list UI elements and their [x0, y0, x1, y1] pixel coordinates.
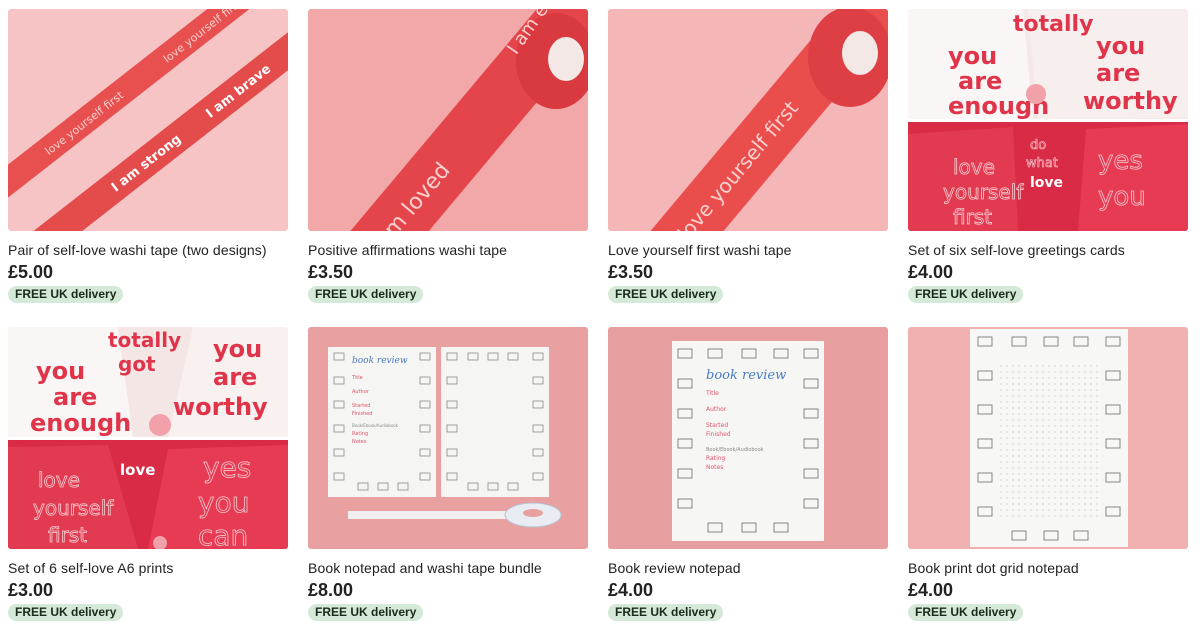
- notepad-text: Author: [352, 389, 370, 395]
- listing-card[interactable]: book review Title Author Started Finishe…: [608, 327, 888, 621]
- notepad-text: Notes: [706, 464, 723, 471]
- listing-card[interactable]: I am loved I am eno Positive affirmation…: [308, 9, 588, 303]
- card-text: totally: [108, 328, 181, 352]
- listing-image[interactable]: love yourself first love yourself first …: [8, 9, 288, 231]
- listing-title[interactable]: Pair of self-love washi tape (two design…: [8, 241, 288, 259]
- listing-price: £3.50: [608, 262, 654, 282]
- notepad-text: Rating: [352, 431, 368, 437]
- card-text: love: [953, 155, 995, 179]
- card-text: you: [1098, 182, 1146, 212]
- free-delivery-badge: FREE UK delivery: [308, 286, 424, 303]
- listing-title[interactable]: Book print dot grid notepad: [908, 559, 1188, 577]
- card-text: yes: [1098, 146, 1143, 176]
- card-text: are: [958, 67, 1002, 95]
- notepad-text: Title: [351, 375, 363, 381]
- listing-price: £4.00: [908, 262, 954, 282]
- notepad-text: Finished: [706, 431, 731, 438]
- listing-image[interactable]: I am loved I am eno: [308, 9, 588, 231]
- notepad-text: Finished: [352, 411, 372, 417]
- listing-price: £5.00: [8, 262, 54, 282]
- notepad-text: Book/Ebook/Audiobook: [706, 447, 764, 453]
- listing-title[interactable]: Love yourself first washi tape: [608, 241, 888, 259]
- listing-card[interactable]: you are enough totally got you are worth…: [8, 327, 288, 621]
- listing-price: £4.00: [908, 580, 954, 600]
- card-text: are: [213, 363, 257, 391]
- card-text: do: [1030, 138, 1046, 153]
- free-delivery-badge: FREE UK delivery: [608, 604, 724, 621]
- card-text: you: [213, 335, 262, 363]
- notepad-text: Started: [706, 422, 728, 429]
- listing-image[interactable]: book review Title Author Started Finishe…: [608, 327, 888, 549]
- card-text: love: [1030, 175, 1063, 191]
- free-delivery-badge: FREE UK delivery: [8, 604, 124, 621]
- card-text: first: [48, 523, 87, 547]
- listing-grid: love yourself first love yourself first …: [0, 0, 1200, 633]
- card-text: yourself: [33, 496, 114, 520]
- notepad-text: Author: [706, 406, 727, 413]
- listing-card[interactable]: you are enough totally you are worthy lo…: [908, 9, 1188, 303]
- listing-price: £3.00: [8, 580, 54, 600]
- listing-price: £8.00: [308, 580, 354, 600]
- listing-image[interactable]: [908, 327, 1188, 549]
- notepad-text: Book/Ebook/Audiobook: [352, 423, 399, 428]
- card-text: you: [948, 42, 997, 70]
- listing-card[interactable]: love yourself first love yourself first …: [8, 9, 288, 303]
- card-text: totally: [1013, 12, 1093, 37]
- notepad-text: Started: [352, 403, 370, 409]
- listing-title[interactable]: Positive affirmations washi tape: [308, 241, 588, 259]
- card-text: what: [1026, 156, 1058, 171]
- card-text: you: [1096, 32, 1145, 60]
- listing-title[interactable]: Set of 6 self-love A6 prints: [8, 559, 288, 577]
- free-delivery-badge: FREE UK delivery: [908, 286, 1024, 303]
- listing-price: £3.50: [308, 262, 354, 282]
- listing-image[interactable]: you are enough totally you are worthy lo…: [908, 9, 1188, 231]
- card-text: yourself: [943, 180, 1024, 204]
- notepad-text: book review: [706, 368, 786, 383]
- card-text: you: [36, 357, 85, 385]
- free-delivery-badge: FREE UK delivery: [8, 286, 124, 303]
- free-delivery-badge: FREE UK delivery: [908, 604, 1024, 621]
- listing-card[interactable]: Book print dot grid notepad £4.00 FREE U…: [908, 327, 1188, 621]
- card-text: love: [38, 468, 80, 492]
- notepad-text: book review: [352, 356, 408, 366]
- free-delivery-badge: FREE UK delivery: [608, 286, 724, 303]
- listing-image[interactable]: you are enough totally got you are worth…: [8, 327, 288, 549]
- listing-image[interactable]: book review Title Author Started Finishe…: [308, 327, 588, 549]
- listing-title[interactable]: Book notepad and washi tape bundle: [308, 559, 588, 577]
- card-text: first: [953, 205, 992, 229]
- card-text: are: [1096, 59, 1140, 87]
- card-text: got: [118, 352, 156, 376]
- card-text: love: [120, 461, 155, 479]
- listing-title[interactable]: Set of six self-love greetings cards: [908, 241, 1188, 259]
- card-text: can: [198, 519, 248, 549]
- card-text: worthy: [1083, 87, 1178, 115]
- notepad-text: Title: [705, 390, 719, 397]
- card-text: yes: [203, 451, 251, 484]
- card-text: are: [53, 383, 97, 411]
- listing-image[interactable]: love yourself first: [608, 9, 888, 231]
- free-delivery-badge: FREE UK delivery: [308, 604, 424, 621]
- card-text: you: [198, 486, 249, 519]
- notepad-text: Notes: [352, 439, 367, 445]
- listing-card[interactable]: love yourself first Love yourself first …: [608, 9, 888, 303]
- listing-card[interactable]: book review Title Author Started Finishe…: [308, 327, 588, 621]
- notepad-text: Rating: [706, 455, 726, 462]
- listing-price: £4.00: [608, 580, 654, 600]
- card-text: enough: [30, 409, 131, 437]
- card-text: worthy: [173, 393, 268, 421]
- listing-title[interactable]: Book review notepad: [608, 559, 888, 577]
